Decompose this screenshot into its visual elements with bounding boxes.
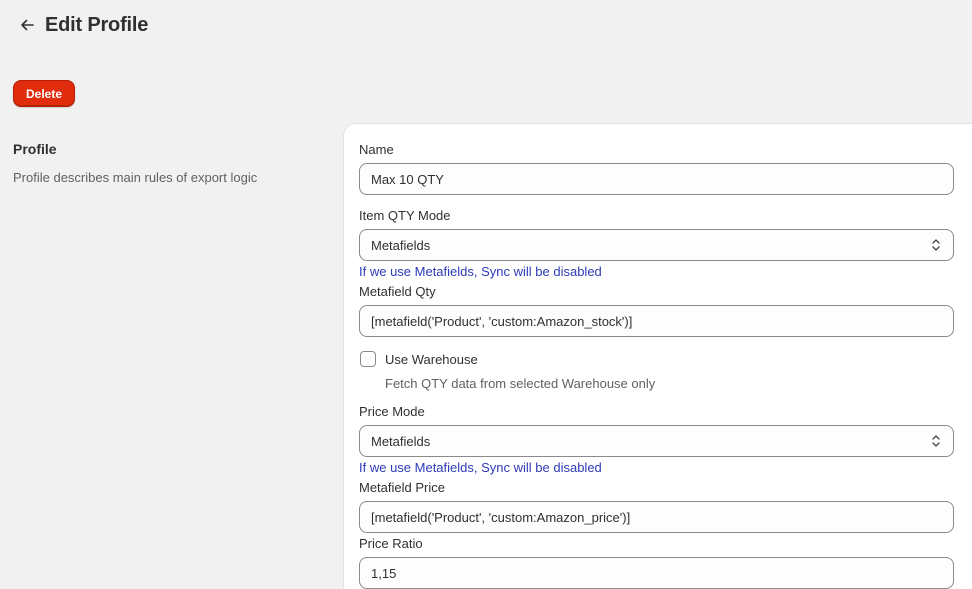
metafield-price-label: Metafield Price: [359, 480, 445, 495]
price-mode-select[interactable]: Metafields: [359, 425, 954, 457]
price-mode-value: Metafields: [371, 433, 431, 449]
price-ratio-input[interactable]: [371, 565, 942, 581]
metafield-qty-input[interactable]: [371, 313, 942, 329]
chevron-up-down-icon: [930, 237, 942, 253]
metafield-qty-field[interactable]: [359, 305, 954, 337]
back-button[interactable]: [16, 14, 38, 36]
name-label: Name: [359, 142, 394, 157]
section-title: Profile: [13, 141, 57, 157]
item-qty-mode-select[interactable]: Metafields: [359, 229, 954, 261]
metafield-price-field[interactable]: [359, 501, 954, 533]
price-mode-label: Price Mode: [359, 404, 425, 419]
price-ratio-field[interactable]: [359, 557, 954, 589]
price-mode-help: If we use Metafields, Sync will be disab…: [359, 460, 602, 475]
price-ratio-label: Price Ratio: [359, 536, 423, 551]
use-warehouse-help: Fetch QTY data from selected Warehouse o…: [385, 376, 656, 391]
page-header: Edit Profile: [16, 12, 148, 38]
name-field[interactable]: [359, 163, 954, 195]
delete-button[interactable]: Delete: [13, 80, 75, 107]
item-qty-mode-help: If we use Metafields, Sync will be disab…: [359, 264, 602, 279]
item-qty-mode-label: Item QTY Mode: [359, 208, 451, 223]
edit-profile-page: Edit Profile Delete Profile Profile desc…: [0, 0, 972, 589]
metafield-price-input[interactable]: [371, 509, 942, 525]
section-info: Profile Profile describes main rules of …: [13, 141, 323, 185]
chevron-up-down-icon: [930, 433, 942, 449]
section-description: Profile describes main rules of export l…: [13, 170, 258, 185]
page-title: Edit Profile: [45, 13, 149, 36]
use-warehouse-checkbox[interactable]: [360, 351, 376, 367]
name-input[interactable]: [371, 171, 942, 187]
metafield-qty-label: Metafield Qty: [359, 284, 436, 299]
use-warehouse-label[interactable]: Use Warehouse: [385, 352, 478, 367]
item-qty-mode-value: Metafields: [371, 237, 431, 253]
arrow-left-icon: [21, 19, 34, 31]
